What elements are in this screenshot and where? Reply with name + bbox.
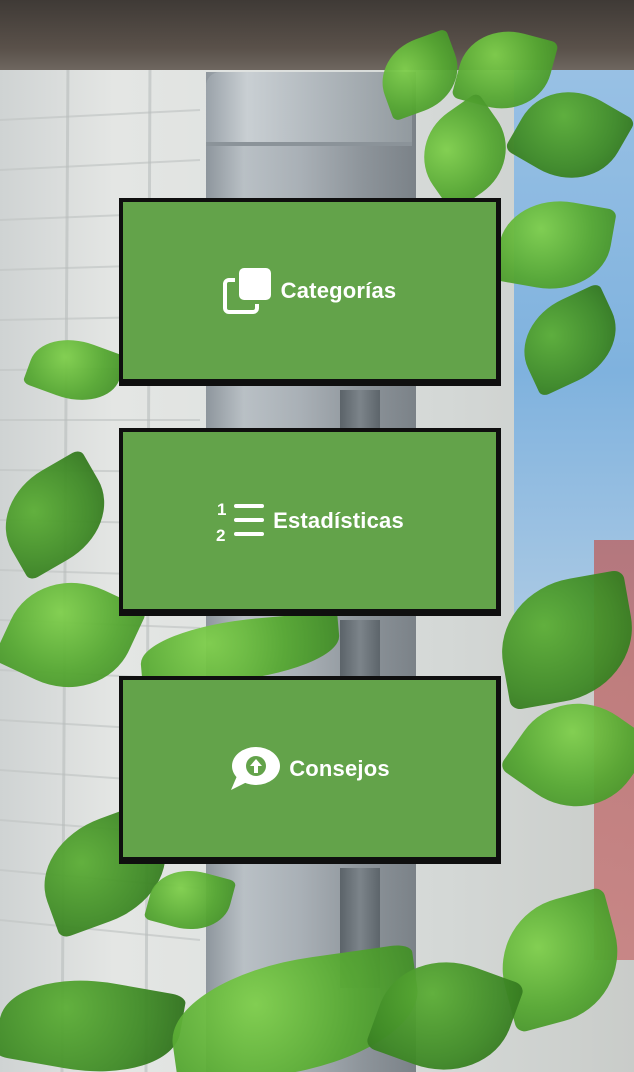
pipe-cap [206,72,412,146]
categorias-label: Categorías [280,277,397,303]
pipe-bracket [340,390,380,430]
svg-text:1: 1 [217,500,226,519]
categorias-button[interactable]: Categorías [119,198,501,386]
estadisticas-button[interactable]: 1 2 Estadísticas [119,428,501,616]
pipe-bracket [340,620,380,676]
svg-text:2: 2 [216,526,225,544]
estadisticas-label: Estadísticas [273,507,404,533]
copy-squares-icon [222,266,273,316]
numbered-list-icon: 1 2 [215,498,265,544]
consejos-button[interactable]: Consejos [119,676,501,864]
speech-bubble-up-arrow-icon [229,746,281,792]
consejos-label: Consejos [289,755,390,781]
